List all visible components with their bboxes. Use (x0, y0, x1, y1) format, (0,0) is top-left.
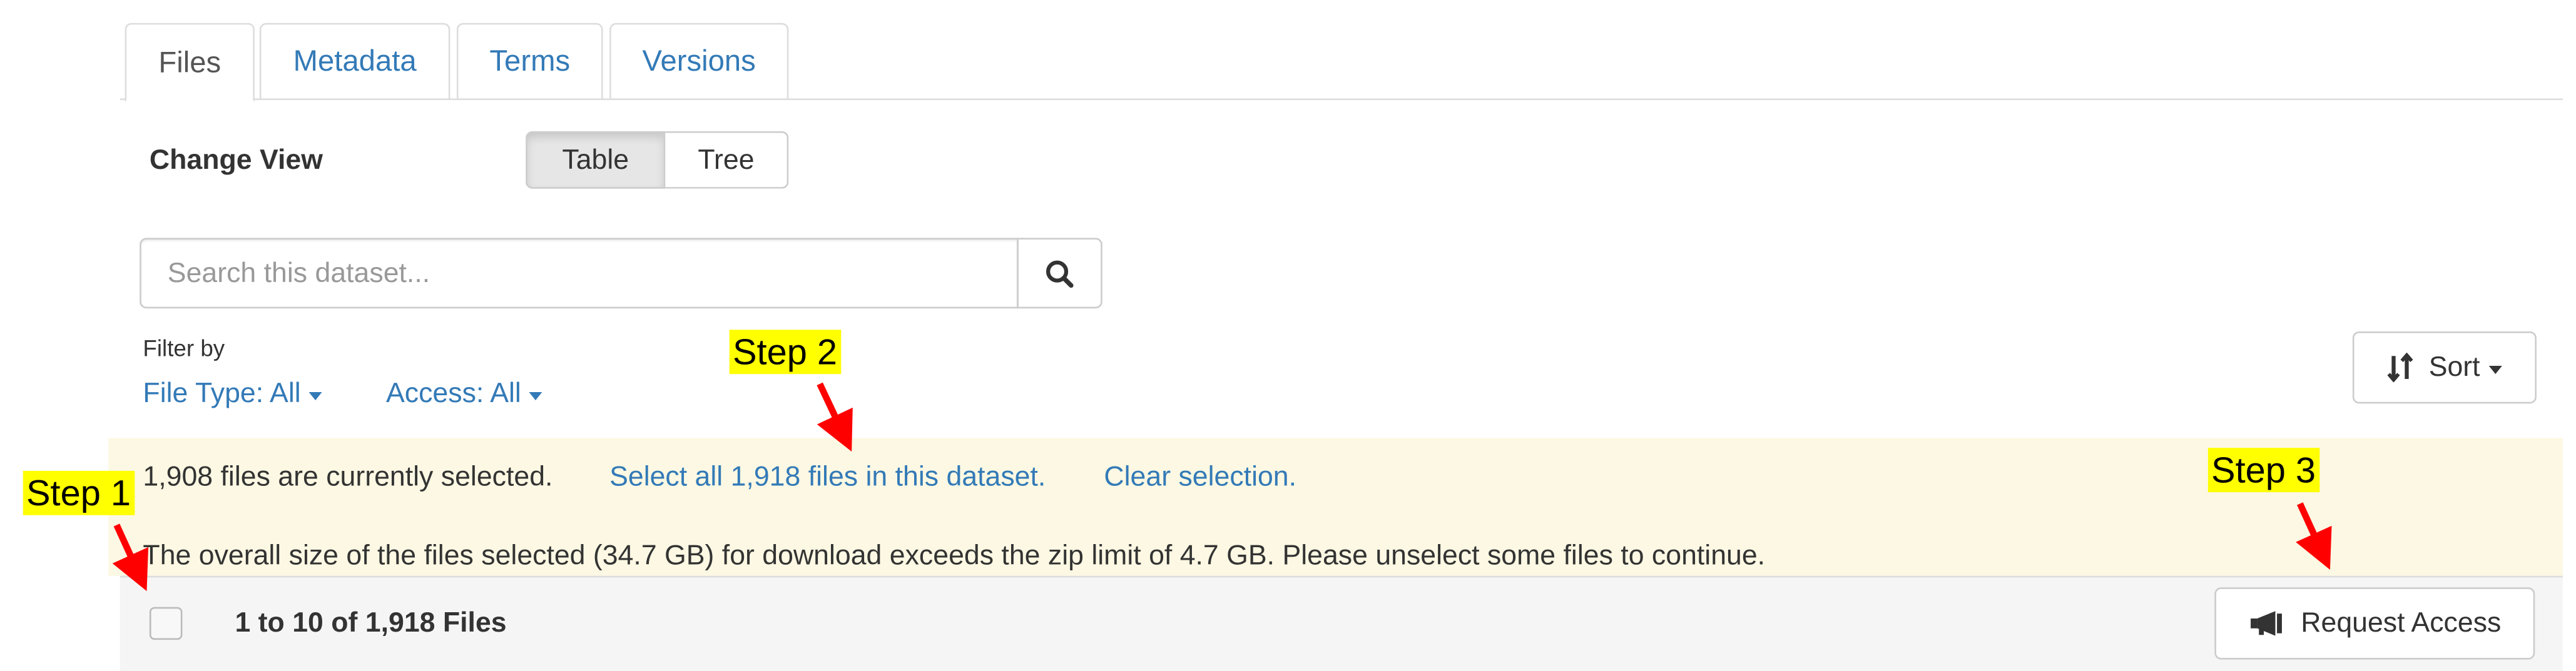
annotation-arrows (112, 382, 2332, 592)
tab-files[interactable]: Files (125, 23, 255, 102)
step-3-arrow (2296, 502, 2332, 570)
step-1-arrow (112, 523, 149, 592)
tab-files-label: Files (158, 45, 221, 78)
dataset-files-panel: Files Metadata Terms Versions Change Vie… (0, 0, 2576, 671)
step-2-arrow (817, 382, 853, 452)
